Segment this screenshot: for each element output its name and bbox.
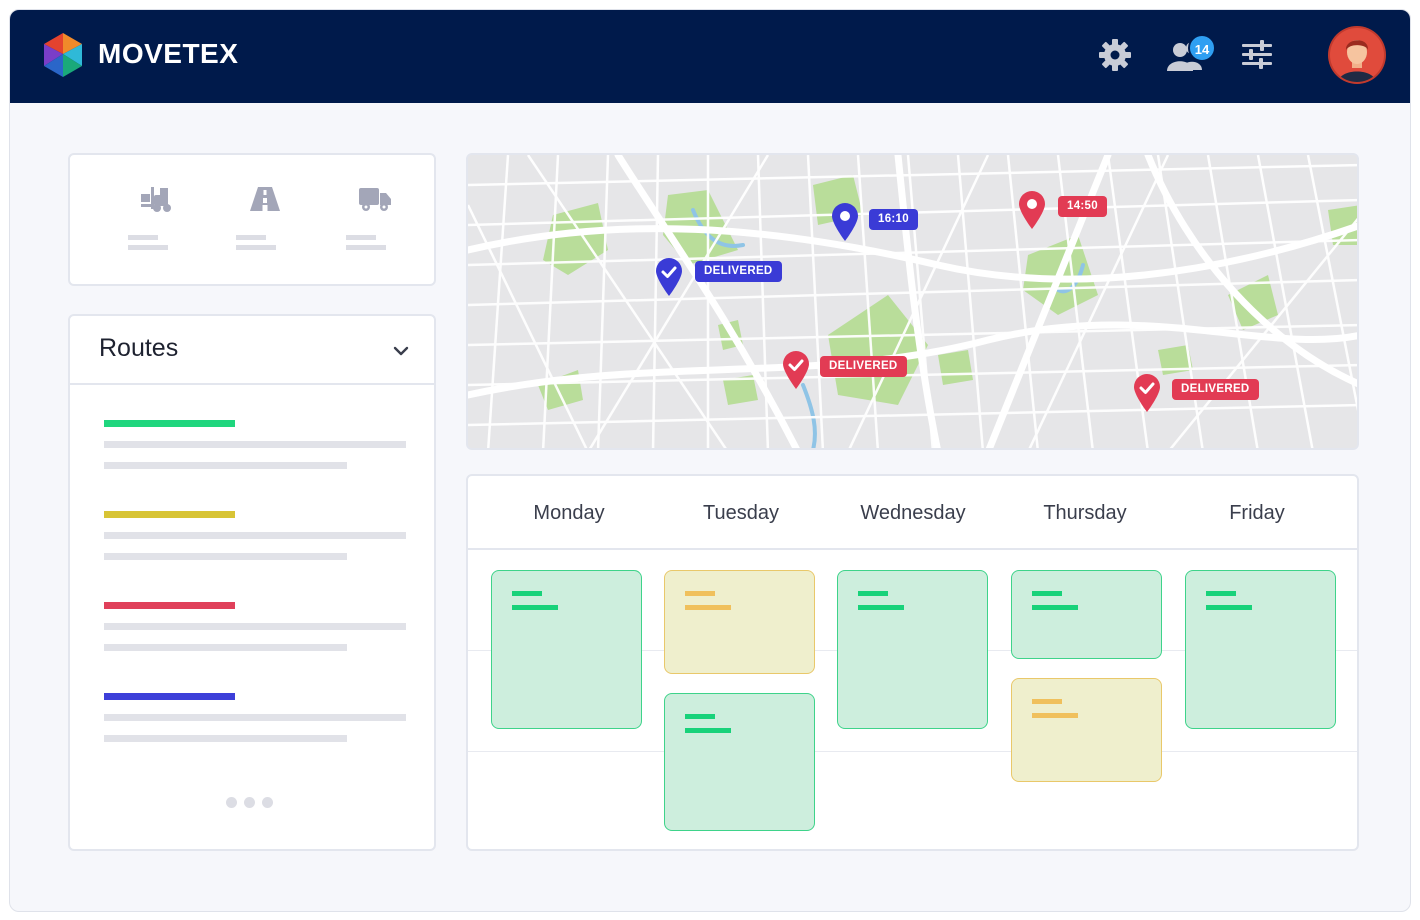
- gear-icon[interactable]: [1098, 38, 1132, 72]
- road-icon: [250, 187, 280, 211]
- forklift-icon: [141, 187, 171, 212]
- route-item[interactable]: [104, 420, 406, 480]
- mode-forklift[interactable]: [128, 185, 188, 255]
- map-view[interactable]: DELIVERED 16:10 14:50 DELIVERED DELIVERE…: [466, 153, 1359, 450]
- sliders-icon[interactable]: [1240, 38, 1274, 72]
- more-dots[interactable]: [226, 795, 280, 809]
- avatar-person-icon: [1338, 40, 1376, 82]
- map-marker-label: DELIVERED: [1172, 379, 1259, 400]
- chevron-down-icon[interactable]: [392, 342, 410, 360]
- calendar-event[interactable]: [491, 570, 642, 729]
- route-color-bar: [104, 693, 235, 700]
- day-header-friday[interactable]: Friday: [1171, 502, 1343, 525]
- brand-name: MOVETEX: [98, 38, 239, 69]
- map-marker-pending[interactable]: [1017, 190, 1047, 230]
- route-item[interactable]: [104, 602, 406, 662]
- route-color-bar: [104, 511, 235, 518]
- mode-truck[interactable]: [346, 185, 406, 255]
- app-window: MOVETEX 14 Routes DELIVERED 16:10 14:50 …: [9, 9, 1411, 912]
- route-color-bar: [104, 602, 235, 609]
- truck-icon: [359, 188, 391, 211]
- calendar-event[interactable]: [664, 570, 815, 674]
- routes-title: Routes: [99, 334, 179, 362]
- calendar-event[interactable]: [837, 570, 988, 729]
- calendar-event[interactable]: [664, 693, 815, 831]
- route-item[interactable]: [104, 693, 406, 753]
- map-marker-label: DELIVERED: [695, 261, 782, 282]
- day-header-tuesday[interactable]: Tuesday: [655, 502, 827, 525]
- calendar-event[interactable]: [1011, 678, 1162, 782]
- avatar[interactable]: [1330, 28, 1384, 82]
- map-marker-pending[interactable]: [830, 202, 860, 242]
- routes-header[interactable]: Routes: [70, 316, 434, 385]
- calendar-gridline: [468, 751, 1357, 752]
- map-marker-label: 16:10: [869, 209, 918, 230]
- day-header-wednesday[interactable]: Wednesday: [827, 502, 999, 525]
- top-bar: MOVETEX 14: [10, 10, 1410, 103]
- mode-road[interactable]: [236, 185, 296, 255]
- weekly-calendar: Monday Tuesday Wednesday Thursday Friday: [466, 474, 1359, 851]
- day-header-monday[interactable]: Monday: [483, 502, 655, 525]
- transport-modes-card: [68, 153, 436, 286]
- calendar-header: Monday Tuesday Wednesday Thursday Friday: [468, 476, 1357, 550]
- calendar-event[interactable]: [1185, 570, 1336, 729]
- route-color-bar: [104, 420, 235, 427]
- route-item[interactable]: [104, 511, 406, 571]
- day-header-thursday[interactable]: Thursday: [999, 502, 1171, 525]
- map-marker-delivered[interactable]: [1132, 373, 1162, 413]
- notification-badge[interactable]: 14: [1188, 34, 1216, 62]
- map-marker-label: DELIVERED: [820, 356, 907, 377]
- map-marker-delivered[interactable]: [781, 350, 811, 390]
- routes-card: Routes: [68, 314, 436, 851]
- map-background: [468, 155, 1357, 448]
- calendar-event[interactable]: [1011, 570, 1162, 659]
- movetex-logo-icon[interactable]: [42, 32, 84, 78]
- map-marker-delivered[interactable]: [654, 257, 684, 297]
- map-marker-label: 14:50: [1058, 196, 1107, 217]
